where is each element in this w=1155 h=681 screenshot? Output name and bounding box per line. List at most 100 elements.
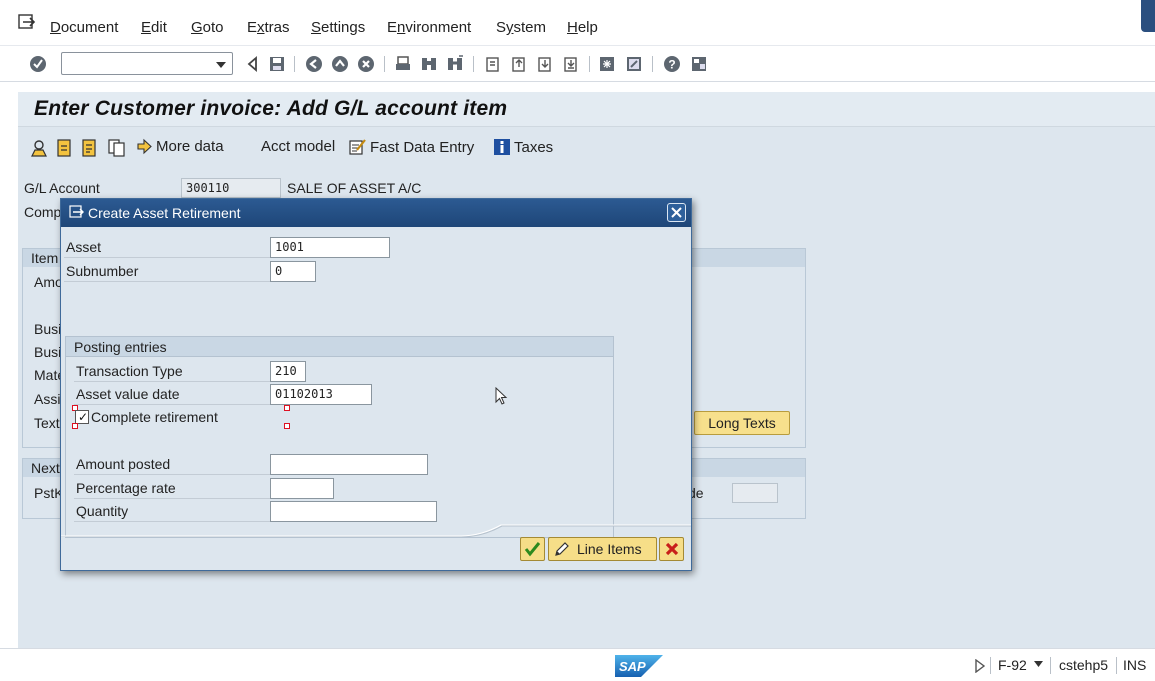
- back-icon[interactable]: [305, 55, 323, 73]
- focus-marker: [72, 423, 78, 429]
- toolbar-separator: [652, 56, 653, 72]
- status-separator: [1116, 657, 1117, 674]
- document-previous-icon[interactable]: [56, 139, 73, 157]
- next-page-icon[interactable]: [536, 55, 554, 73]
- fast-data-entry-label: Fast Data Entry: [370, 138, 475, 156]
- fast-entry-icon: [349, 139, 366, 155]
- focus-marker: [284, 405, 290, 411]
- quantity-input[interactable]: [270, 501, 437, 522]
- asset-label: Asset: [64, 237, 270, 258]
- find-icon[interactable]: [420, 55, 438, 73]
- toolbar-separator: [589, 56, 590, 72]
- print-icon[interactable]: [394, 55, 412, 73]
- menu-system[interactable]: System: [496, 19, 546, 36]
- subnumber-input[interactable]: 0: [270, 261, 316, 282]
- chevron-down-icon[interactable]: [1034, 661, 1043, 667]
- document-next-icon[interactable]: [81, 139, 98, 157]
- page-title: Enter Customer invoice: Add G/L account …: [34, 97, 508, 120]
- create-session-icon[interactable]: [598, 55, 616, 73]
- amount-posted-input[interactable]: [270, 454, 428, 475]
- line-items-label: Line Items: [577, 541, 642, 557]
- toolbar-separator: [294, 56, 295, 72]
- command-field[interactable]: [61, 52, 233, 75]
- exit-icon[interactable]: [331, 55, 349, 73]
- taxes-button[interactable]: Taxes: [493, 138, 553, 156]
- menu-edit[interactable]: Edit: [141, 19, 167, 36]
- save-icon[interactable]: [268, 55, 286, 73]
- toolbar-separator: [384, 56, 385, 72]
- window-corner-tab: [1141, 0, 1155, 32]
- person-icon[interactable]: [30, 139, 48, 157]
- amount-label: Amo: [34, 274, 63, 290]
- menu-goto[interactable]: Goto: [191, 19, 224, 36]
- acct-model-label: Acct model: [261, 138, 336, 155]
- transaction-type-input[interactable]: 210: [270, 361, 306, 382]
- special-gl-field[interactable]: [732, 483, 778, 503]
- shortcut-icon[interactable]: [625, 55, 643, 73]
- menu-accelerator-char: S: [311, 19, 322, 36]
- complete-retirement-checkbox[interactable]: ✓: [75, 410, 89, 424]
- asset-value-date-label: Asset value date: [74, 384, 270, 405]
- cancel-icon[interactable]: [357, 55, 375, 73]
- expand-status-icon[interactable]: [975, 659, 985, 673]
- status-transaction[interactable]: F-92: [998, 657, 1027, 673]
- info-icon: [494, 139, 510, 155]
- dialog-close-button[interactable]: [667, 203, 686, 222]
- cancel-button[interactable]: [659, 537, 684, 561]
- create-asset-retirement-dialog: Create Asset Retirement Asset 1001 Subnu…: [60, 198, 692, 571]
- menu-help[interactable]: Help: [567, 19, 598, 36]
- menu-accelerator-char: y: [506, 19, 514, 36]
- menu-document[interactable]: Document: [50, 19, 118, 36]
- menu-app-icon[interactable]: [18, 14, 36, 30]
- find-next-icon[interactable]: [446, 55, 464, 73]
- chevron-down-icon[interactable]: [216, 62, 226, 68]
- copy-document-icon[interactable]: [108, 139, 126, 157]
- acct-model-button[interactable]: Acct model: [261, 138, 335, 155]
- subnumber-label: Subnumber: [64, 261, 270, 282]
- gl-account-field[interactable]: 300110: [181, 178, 281, 198]
- help-icon[interactable]: ?: [663, 55, 681, 73]
- gl-account-description: SALE OF ASSET A/C: [287, 180, 422, 196]
- last-page-icon[interactable]: [562, 55, 580, 73]
- taxes-label: Taxes: [514, 138, 554, 156]
- previous-page-icon[interactable]: [510, 55, 528, 73]
- title-bar: Enter Customer invoice: Add G/L account …: [18, 92, 1155, 127]
- status-bar: SAP F-92 cstehp5 INS: [0, 648, 1155, 681]
- gl-account-label: G/L Account: [24, 180, 100, 196]
- long-texts-button[interactable]: Long Texts: [694, 411, 790, 435]
- back-triangle-icon[interactable]: [244, 55, 262, 73]
- transaction-type-label: Transaction Type: [74, 361, 270, 382]
- customize-layout-icon[interactable]: [690, 55, 708, 73]
- status-insert-mode[interactable]: INS: [1123, 657, 1146, 673]
- line-items-button[interactable]: Line Items: [548, 537, 657, 561]
- more-data-button[interactable]: More data: [136, 138, 224, 155]
- percentage-rate-input[interactable]: [270, 478, 334, 499]
- checkmark-icon: [524, 542, 541, 557]
- menu-accelerator-char: D: [50, 19, 61, 36]
- menu-accelerator-char: G: [191, 19, 203, 36]
- dialog-app-icon: [69, 205, 84, 218]
- dialog-title-bar: Create Asset Retirement: [61, 199, 691, 227]
- sap-logo: SAP: [615, 655, 663, 677]
- pencil-icon: [555, 542, 569, 556]
- status-separator: [1050, 657, 1051, 674]
- menu-bar: Document Edit Goto Extras Settings Envir…: [0, 0, 1155, 46]
- asset-value-date-input[interactable]: 01102013: [270, 384, 372, 405]
- accept-button[interactable]: [520, 537, 545, 561]
- status-separator: [990, 657, 991, 674]
- menu-settings[interactable]: Settings: [311, 19, 365, 36]
- fast-data-entry-button[interactable]: Fast Data Entry: [349, 138, 474, 156]
- first-page-icon[interactable]: [484, 55, 502, 73]
- asset-input[interactable]: 1001: [270, 237, 390, 258]
- standard-toolbar: ?: [0, 46, 1155, 82]
- menu-accelerator-char: x: [257, 19, 265, 36]
- enter-check-icon[interactable]: [29, 55, 47, 73]
- svg-text:SAP: SAP: [619, 659, 646, 674]
- posting-entries-header: Posting entries: [66, 337, 613, 357]
- focus-marker: [284, 423, 290, 429]
- dialog-body: Asset 1001 Subnumber 0 Posting entries T…: [61, 227, 691, 570]
- menu-extras[interactable]: Extras: [247, 19, 290, 36]
- amount-posted-label: Amount posted: [74, 454, 270, 475]
- menu-environment[interactable]: Environment: [387, 19, 471, 36]
- assignment-label: Assi: [34, 391, 61, 407]
